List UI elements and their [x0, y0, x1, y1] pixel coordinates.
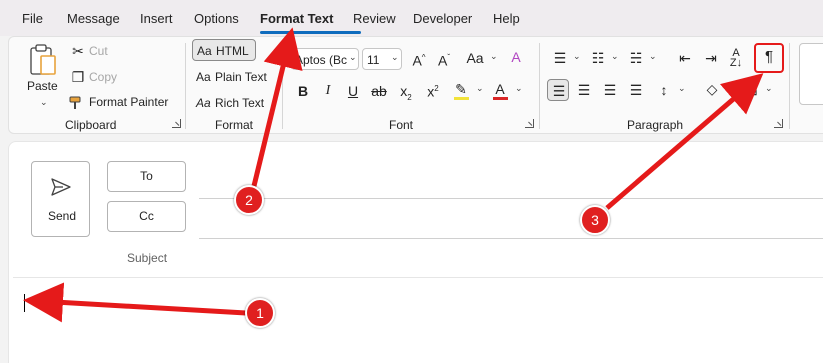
annotation-arrow-3	[605, 73, 764, 210]
annotation-arrow-2	[250, 27, 303, 191]
annotation-badge-3: 3	[580, 205, 610, 235]
annotation-badge-2: 2	[234, 185, 264, 215]
annotation-arrow-1	[23, 282, 247, 323]
annotation-badge-1: 1	[245, 298, 275, 328]
annotation-arrows	[23, 27, 764, 323]
